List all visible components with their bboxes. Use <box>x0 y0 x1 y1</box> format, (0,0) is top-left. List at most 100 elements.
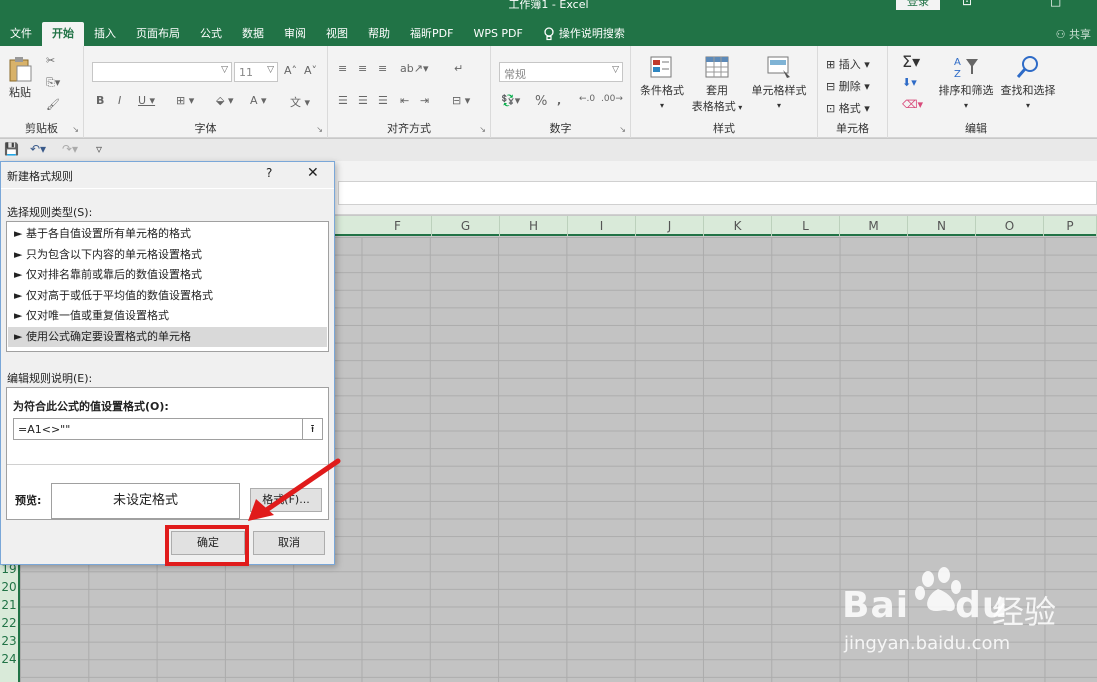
row-header[interactable]: 22 <box>0 615 18 633</box>
increase-decimal-icon[interactable]: ←.0 <box>579 94 595 104</box>
bold-icon[interactable]: B <box>96 94 104 107</box>
fill-icon[interactable]: ⬇▾ <box>902 76 917 89</box>
rule-type-item[interactable]: ► 仅对排名靠前或靠后的数值设置格式 <box>8 265 327 286</box>
column-header[interactable]: G <box>432 216 500 236</box>
font-size-combo[interactable]: 11 ▽ <box>234 62 278 82</box>
cell-styles-button[interactable]: 单元格样式 ▾ <box>747 54 811 111</box>
increase-indent-icon[interactable]: ⇥ <box>420 94 429 107</box>
alignment-launcher-icon[interactable]: ↘ <box>479 125 486 134</box>
underline-icon[interactable]: U ▾ <box>138 94 155 107</box>
italic-icon[interactable]: I <box>118 94 121 107</box>
row-header[interactable]: 23 <box>0 633 18 651</box>
align-right-icon[interactable]: ☰ <box>378 94 388 107</box>
column-header[interactable]: I <box>568 216 636 236</box>
tab-file[interactable]: 文件 <box>0 22 42 46</box>
row-header[interactable]: 24 <box>0 651 18 669</box>
rule-type-item[interactable]: ► 只为包含以下内容的单元格设置格式 <box>8 245 327 266</box>
clipboard-launcher-icon[interactable]: ↘ <box>72 125 79 134</box>
align-center-icon[interactable]: ☰ <box>358 94 368 107</box>
chevron-down-icon: ▽ <box>267 65 274 75</box>
accounting-format-icon[interactable]: 💱▾ <box>501 94 520 107</box>
help-icon[interactable]: ? <box>266 166 272 180</box>
format-cells-button[interactable]: ⊡ 格式 ▾ <box>826 100 870 116</box>
row-header[interactable]: 20 <box>0 579 18 597</box>
column-header[interactable]: P <box>1044 216 1097 236</box>
cut-icon[interactable]: ✂ <box>46 54 55 67</box>
align-left-icon[interactable]: ☰ <box>338 94 348 107</box>
align-top-icon[interactable]: ≡ <box>338 62 347 75</box>
decrease-font-icon[interactable]: A˅ <box>304 64 317 77</box>
column-header[interactable]: H <box>500 216 568 236</box>
copy-icon[interactable]: ⎘▾ <box>46 76 60 90</box>
column-header[interactable]: F <box>364 216 432 236</box>
minimize-icon[interactable]: □ <box>1050 0 1061 8</box>
number-format-combo[interactable]: 常规 ▽ <box>499 62 623 82</box>
format-as-table-button[interactable]: 套用 表格格式 ▾ <box>689 54 745 114</box>
tab-wps-pdf[interactable]: WPS PDF <box>463 22 532 46</box>
autosum-icon[interactable]: Σ▾ <box>902 52 920 71</box>
increase-font-icon[interactable]: A˄ <box>284 64 297 77</box>
column-header[interactable]: L <box>772 216 840 236</box>
tab-foxit-pdf[interactable]: 福昕PDF <box>400 22 463 46</box>
rule-type-list[interactable]: ► 基于各自值设置所有单元格的格式 ► 只为包含以下内容的单元格设置格式 ► 仅… <box>6 221 329 352</box>
tab-home[interactable]: 开始 <box>42 22 84 46</box>
rule-type-item-selected[interactable]: ► 使用公式确定要设置格式的单元格 <box>8 326 327 347</box>
sort-filter-button[interactable]: AZ 排序和筛选 ▾ <box>934 54 998 111</box>
font-launcher-icon[interactable]: ↘ <box>316 125 323 134</box>
share-button[interactable]: ⚇ 共享 <box>1056 26 1091 42</box>
column-header[interactable]: K <box>704 216 772 236</box>
tab-insert[interactable]: 插入 <box>84 22 126 46</box>
paste-button[interactable]: 粘贴 <box>6 56 34 100</box>
insert-cells-button[interactable]: ⊞ 插入 ▾ <box>826 56 870 72</box>
tab-view[interactable]: 视图 <box>316 22 358 46</box>
login-button[interactable]: 登录 <box>896 0 940 10</box>
delete-cells-button[interactable]: ⊟ 删除 ▾ <box>826 78 870 94</box>
wrap-text-icon[interactable]: ↵ <box>454 62 463 75</box>
ribbon-display-icon[interactable]: ⊡ <box>962 0 972 8</box>
decrease-decimal-icon[interactable]: .00→ <box>601 94 623 104</box>
cancel-button[interactable]: 取消 <box>253 531 325 555</box>
rule-type-item[interactable]: ► 基于各自值设置所有单元格的格式 <box>8 224 327 245</box>
rule-type-item[interactable]: ► 仅对高于或低于平均值的数值设置格式 <box>8 286 327 307</box>
column-header[interactable]: N <box>908 216 976 236</box>
formula-input[interactable]: =A1<>"" ⭱ <box>13 418 323 440</box>
tab-review[interactable]: 审阅 <box>274 22 316 46</box>
fill-color-icon[interactable]: ⬙ ▾ <box>216 94 233 107</box>
number-launcher-icon[interactable]: ↘ <box>619 125 626 134</box>
formula-bar-input[interactable] <box>338 181 1097 205</box>
merge-center-icon[interactable]: ⊟ ▾ <box>452 94 470 107</box>
orientation-icon[interactable]: ab↗▾ <box>400 62 428 75</box>
align-middle-icon[interactable]: ≡ <box>358 62 367 75</box>
tab-formulas[interactable]: 公式 <box>190 22 232 46</box>
column-header[interactable]: J <box>636 216 704 236</box>
comma-style-icon[interactable]: , <box>557 94 561 107</box>
save-icon[interactable]: 💾 <box>4 142 19 156</box>
delete-cells-label: 删除 <box>838 80 861 93</box>
range-picker-icon[interactable]: ⭱ <box>302 419 322 439</box>
description-label: 编辑规则说明(E): <box>7 372 93 385</box>
rule-type-item[interactable]: ► 仅对唯一值或重复值设置格式 <box>8 306 327 327</box>
tell-me-search[interactable]: 操作说明搜索 <box>533 22 635 46</box>
column-header[interactable]: O <box>976 216 1044 236</box>
redo-icon[interactable]: ↷▾ <box>62 142 78 156</box>
font-color-icon[interactable]: A ▾ <box>250 94 267 107</box>
conditional-formatting-button[interactable]: 条件格式 ▾ <box>637 54 687 111</box>
align-bottom-icon[interactable]: ≡ <box>378 62 387 75</box>
undo-icon[interactable]: ↶▾ <box>30 142 46 156</box>
customize-qat-icon[interactable]: ▿ <box>96 142 102 156</box>
font-name-combo[interactable]: ▽ <box>92 62 232 82</box>
row-header[interactable]: 21 <box>0 597 18 615</box>
border-icon[interactable]: ⊞ ▾ <box>176 94 194 107</box>
tab-page-layout[interactable]: 页面布局 <box>126 22 190 46</box>
tab-help[interactable]: 帮助 <box>358 22 400 46</box>
group-cells: ⊞ 插入 ▾ ⊟ 删除 ▾ ⊡ 格式 ▾ 单元格 <box>818 46 888 138</box>
phonetic-icon[interactable]: 文 ▾ <box>290 94 310 110</box>
find-select-button[interactable]: 查找和选择 ▾ <box>996 54 1060 111</box>
tab-data[interactable]: 数据 <box>232 22 274 46</box>
percent-icon[interactable]: % <box>535 94 547 109</box>
close-icon[interactable]: ✕ <box>307 165 319 181</box>
decrease-indent-icon[interactable]: ⇤ <box>400 94 409 107</box>
clear-icon[interactable]: ⌫▾ <box>902 98 923 111</box>
column-header[interactable]: M <box>840 216 908 236</box>
format-painter-icon[interactable]: 🖌 <box>46 98 60 111</box>
